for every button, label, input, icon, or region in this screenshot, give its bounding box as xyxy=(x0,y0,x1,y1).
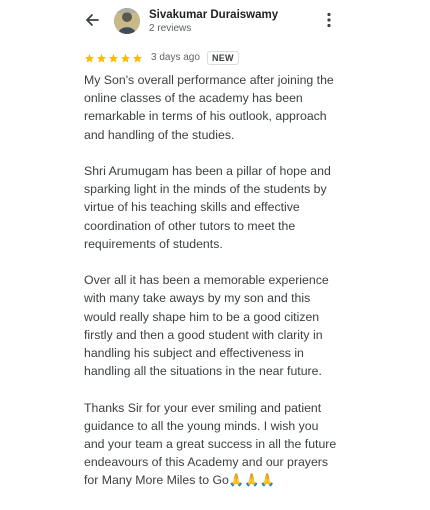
star-icon xyxy=(96,53,107,63)
review-time: 3 days ago xyxy=(151,52,200,63)
review-paragraph: Over all it has been a memorable experie… xyxy=(84,273,329,379)
review-screen: Sivakumar Duraiswamy 2 reviews 3 days ag… xyxy=(0,0,430,510)
new-badge: NEW xyxy=(206,51,239,65)
star-rating xyxy=(84,53,144,64)
arrow-back-icon xyxy=(84,12,100,33)
review-count: 2 reviews xyxy=(149,23,192,34)
back-button[interactable] xyxy=(80,11,104,33)
more-options-button[interactable] xyxy=(322,10,336,34)
reviewer-info[interactable]: Sivakumar Duraiswamy 2 reviews xyxy=(149,9,309,35)
review-paragraph: My Son's overall performance after joini… xyxy=(84,73,334,142)
review-paragraph: Thanks Sir for your ever smiling and pat… xyxy=(84,400,337,488)
review-card: Sivakumar Duraiswamy 2 reviews 3 days ag… xyxy=(74,0,354,510)
more-vertical-icon xyxy=(326,12,332,33)
star-icon xyxy=(132,53,143,63)
avatar[interactable] xyxy=(114,8,140,34)
review-header: Sivakumar Duraiswamy 2 reviews xyxy=(74,7,354,37)
review-paragraph: Shri Arumugam has been a pillar of hope … xyxy=(84,164,331,251)
star-icon xyxy=(84,53,95,63)
review-meta: 3 days ago NEW xyxy=(84,51,239,65)
star-icon xyxy=(120,53,131,63)
reviewer-name[interactable]: Sivakumar Duraiswamy xyxy=(149,9,309,22)
review-text: My Son's overall performance after joini… xyxy=(84,71,344,508)
star-icon xyxy=(108,53,119,63)
